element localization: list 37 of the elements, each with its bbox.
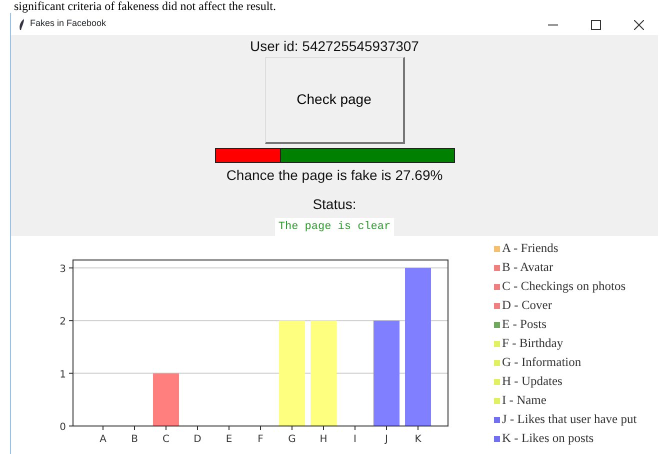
axis-tick-label: I — [354, 434, 356, 445]
axis-tick-label: E — [226, 434, 232, 445]
axis-tick-label: C — [162, 434, 170, 445]
feather-icon — [19, 18, 25, 30]
legend-label: J - Likes that user have put — [502, 411, 637, 428]
legend-label: E - Posts — [502, 316, 546, 334]
axis-tick-label: J — [385, 434, 388, 445]
chance-text: Chance the page is fake is 27.69% — [226, 166, 443, 185]
legend-label: I - Name — [502, 392, 546, 410]
legend-label: C - Checkings on photos — [502, 278, 626, 296]
axis-tick-label: 1 — [60, 369, 66, 380]
legend-label: K - Likes on posts — [502, 430, 594, 448]
axis-tick-label: H — [320, 434, 328, 445]
check-page-button[interactable]: Check page — [264, 57, 404, 144]
axis-tick-label: 2 — [60, 316, 66, 328]
legend-label: F - Birthday — [502, 335, 564, 352]
axis-tick-label: K — [414, 434, 422, 445]
status-field: The page is clear — [275, 218, 394, 236]
axis-tick-label: B — [131, 434, 138, 445]
window-title: Fakes in Facebook — [30, 17, 106, 30]
bar — [153, 373, 179, 426]
user-id-label: User id: 542725545937307 — [250, 37, 419, 56]
status-label: Status: — [312, 194, 356, 214]
maximize-icon — [591, 20, 601, 30]
axis-tick-label: 3 — [60, 264, 66, 275]
legend-label: H - Updates — [502, 373, 562, 390]
close-icon — [634, 20, 644, 30]
axis-tick-label: 0 — [60, 422, 66, 433]
legend-label: B - Avatar — [502, 259, 554, 276]
axis-tick-label: G — [288, 434, 296, 445]
legend-label: G - Information — [502, 354, 582, 372]
legend-label: D - Cover — [502, 297, 552, 314]
legend-label: A - Friends — [502, 240, 558, 258]
document-text: significant criteria of fakeness did not affect the result. — [13, 0, 278, 13]
axis-tick-label: D — [194, 434, 202, 445]
axis-tick-label: A — [100, 434, 106, 445]
axis-tick-label: F — [258, 434, 264, 445]
